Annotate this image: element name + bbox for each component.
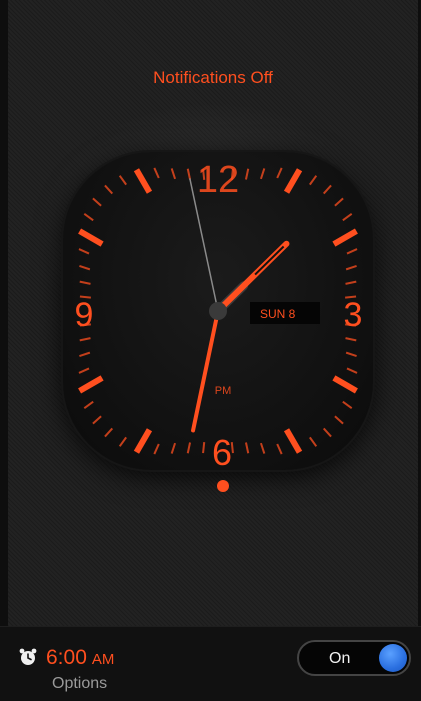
alarm-time-value: 6:00 (46, 646, 87, 669)
minute-tick (92, 415, 102, 425)
minute-hand (191, 309, 220, 433)
minute-tick (83, 400, 94, 409)
minute-tick (346, 248, 358, 255)
alarm-clock-icon (18, 647, 38, 672)
toggle-label: On (329, 650, 351, 667)
minute-tick (345, 265, 357, 271)
minute-tick (334, 415, 344, 425)
minute-tick (83, 213, 94, 222)
minute-tick (79, 351, 91, 357)
alarm-toggle[interactable]: On (297, 640, 411, 676)
minute-tick (334, 197, 344, 207)
minute-tick (244, 442, 250, 454)
minute-tick (244, 168, 250, 180)
minute-tick (79, 280, 91, 285)
numeral-12: 12 (197, 159, 239, 201)
lock-screen: Notifications Off 12 3 6 9 SUN 8 PM (8, 0, 418, 626)
minute-tick (170, 168, 177, 180)
period-label: PM (215, 385, 232, 397)
page-indicator-dot (217, 480, 229, 492)
hour-tick (133, 428, 153, 454)
minute-tick (118, 175, 127, 186)
numeral-9: 9 (75, 296, 94, 334)
minute-tick (153, 443, 160, 455)
minute-tick (118, 436, 127, 447)
alarm-bar: 6:00 AM Options On (0, 626, 421, 701)
date-label: SUN 8 (260, 307, 296, 321)
numeral-3: 3 (344, 296, 363, 334)
minute-tick (276, 443, 283, 455)
minute-tick (202, 442, 206, 454)
hand-pivot (209, 302, 227, 320)
hour-tick (283, 168, 303, 194)
hour-tick (133, 168, 153, 194)
minute-tick (346, 367, 358, 374)
hour-tick (78, 375, 104, 394)
minute-tick (186, 442, 192, 454)
clock-dial: 12 3 6 9 SUN 8 PM (75, 159, 363, 470)
minute-tick (259, 442, 266, 454)
minute-tick (79, 337, 91, 342)
alarm-time[interactable]: 6:00 AM (46, 646, 114, 670)
alarm-options-link[interactable]: Options (52, 675, 107, 693)
minute-tick (79, 265, 91, 271)
hour-tick (78, 228, 104, 247)
minute-tick (322, 427, 332, 438)
minute-tick (345, 337, 357, 342)
alarm-ampm: AM (91, 651, 115, 668)
minute-tick (153, 167, 160, 179)
hour-tick (332, 375, 358, 394)
minute-tick (259, 168, 266, 180)
minute-tick (104, 184, 114, 195)
minute-tick (276, 167, 283, 179)
minute-tick (345, 280, 357, 285)
minute-tick (309, 436, 318, 447)
analog-clock: 12 3 6 9 SUN 8 PM (63, 152, 373, 470)
minute-tick (342, 213, 353, 222)
minute-tick (309, 175, 318, 186)
toggle-knob[interactable] (379, 644, 407, 672)
minute-tick (78, 248, 90, 255)
hour-tick (283, 428, 303, 454)
minute-tick (186, 168, 192, 180)
minute-tick (104, 427, 114, 438)
numeral-6: 6 (212, 432, 232, 470)
minute-tick (345, 351, 357, 357)
minute-tick (322, 184, 332, 195)
notifications-status[interactable]: Notifications Off (8, 68, 418, 88)
hour-hand-inset (254, 245, 285, 276)
minute-tick (78, 367, 90, 374)
minute-tick (342, 400, 353, 409)
minute-tick (92, 197, 102, 207)
minute-tick (170, 442, 177, 454)
hour-tick (332, 228, 358, 247)
